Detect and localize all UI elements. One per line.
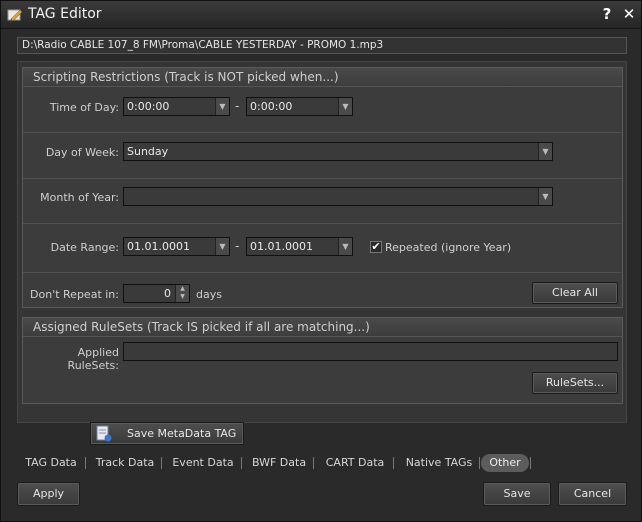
chevron-down-icon[interactable]: ▼ xyxy=(215,98,229,115)
tab-divider xyxy=(313,457,314,469)
tab-tag-data[interactable]: TAG Data xyxy=(19,454,83,472)
window-title: TAG Editor xyxy=(28,6,102,22)
time-range-separator: - xyxy=(235,99,240,113)
time-of-day-from-value: 0:00:00 xyxy=(127,100,170,113)
row-divider xyxy=(23,178,622,179)
month-of-year-label: Month of Year: xyxy=(40,191,119,204)
clear-all-button[interactable]: Clear All xyxy=(532,282,618,304)
save-button[interactable]: Save xyxy=(483,482,551,506)
cancel-button[interactable]: Cancel xyxy=(558,482,627,506)
scripting-restrictions-title: Scripting Restrictions (Track is NOT pic… xyxy=(23,68,622,87)
row-divider xyxy=(23,272,622,273)
scripting-restrictions-group: Scripting Restrictions (Track is NOT pic… xyxy=(22,67,623,308)
tag-editor-window: TAG Editor ? ✕ D:\Radio CABLE 107_8 FM\P… xyxy=(0,0,642,522)
stepper-arrows-icon[interactable]: ▲ ▼ xyxy=(175,285,189,302)
date-range-separator: - xyxy=(235,239,240,253)
apply-button[interactable]: Apply xyxy=(17,482,80,506)
chevron-down-icon[interactable]: ▼ xyxy=(538,188,552,205)
date-range-label: Date Range: xyxy=(50,241,119,254)
tab-divider xyxy=(530,457,531,469)
date-range-to-value: 01.01.0001 xyxy=(250,240,313,253)
assigned-rulesets-title: Assigned RuleSets (Track IS picked if al… xyxy=(23,318,622,337)
day-of-week-label: Day of Week: xyxy=(45,146,119,159)
dont-repeat-stepper[interactable]: 0 ▲ ▼ xyxy=(123,284,190,303)
repeated-label: Repeated (ignore Year) xyxy=(385,241,512,254)
repeated-checkbox[interactable]: ✔ xyxy=(370,241,382,253)
tab-divider xyxy=(393,457,394,469)
tab-divider xyxy=(479,457,480,469)
file-path: D:\Radio CABLE 107_8 FM\Proma\CABLE YEST… xyxy=(17,37,627,54)
day-of-week-combo[interactable]: Sunday ▼ xyxy=(123,142,553,161)
tab-divider xyxy=(85,457,86,469)
row-divider xyxy=(23,132,622,133)
rulesets-button[interactable]: RuleSets... xyxy=(532,372,618,394)
day-of-week-value: Sunday xyxy=(127,145,169,158)
save-metadata-label: Save MetaData TAG xyxy=(127,427,237,440)
assigned-rulesets-group: Assigned RuleSets (Track IS picked if al… xyxy=(22,317,623,404)
close-button[interactable]: ✕ xyxy=(619,4,639,24)
tab-native-tags[interactable]: Native TAGs xyxy=(399,454,479,472)
main-panel: Scripting Restrictions (Track is NOT pic… xyxy=(17,61,627,445)
tab-other[interactable]: Other xyxy=(481,454,529,472)
dont-repeat-label: Don't Repeat in: xyxy=(30,288,119,301)
pencil-tag-icon xyxy=(7,9,23,22)
month-of-year-combo[interactable]: ▼ xyxy=(123,187,553,206)
chevron-down-icon[interactable]: ▼ xyxy=(538,143,552,160)
document-save-icon xyxy=(96,425,112,442)
applied-rulesets-field[interactable] xyxy=(123,342,618,361)
check-icon: ✔ xyxy=(371,240,381,253)
chevron-down-icon[interactable]: ▼ xyxy=(338,98,352,115)
tab-track-data[interactable]: Track Data xyxy=(91,454,159,472)
tab-cart-data[interactable]: CART Data xyxy=(319,454,391,472)
applied-rulesets-label: Applied RuleSets: xyxy=(67,346,119,372)
tab-event-data[interactable]: Event Data xyxy=(167,454,239,472)
tab-bwf-data[interactable]: BWF Data xyxy=(247,454,311,472)
date-range-from-value: 01.01.0001 xyxy=(127,240,190,253)
tab-divider xyxy=(161,457,162,469)
help-button[interactable]: ? xyxy=(597,4,617,24)
time-of-day-to-value: 0:00:00 xyxy=(250,100,293,113)
row-divider xyxy=(23,223,622,224)
chevron-down-icon[interactable]: ▼ xyxy=(215,238,229,255)
date-range-from-combo[interactable]: 01.01.0001 ▼ xyxy=(123,237,230,256)
time-of-day-from-combo[interactable]: 0:00:00 ▼ xyxy=(123,97,230,116)
save-metadata-button[interactable]: Save MetaData TAG xyxy=(90,422,244,445)
date-range-to-combo[interactable]: 01.01.0001 ▼ xyxy=(246,237,353,256)
time-of-day-label: Time of Day: xyxy=(49,101,119,114)
tab-divider xyxy=(241,457,242,469)
chevron-down-icon[interactable]: ▼ xyxy=(338,238,352,255)
time-of-day-to-combo[interactable]: 0:00:00 ▼ xyxy=(246,97,353,116)
dont-repeat-unit: days xyxy=(196,288,222,301)
title-bar[interactable]: TAG Editor ? ✕ xyxy=(1,1,641,29)
dont-repeat-value: 0 xyxy=(164,287,171,300)
